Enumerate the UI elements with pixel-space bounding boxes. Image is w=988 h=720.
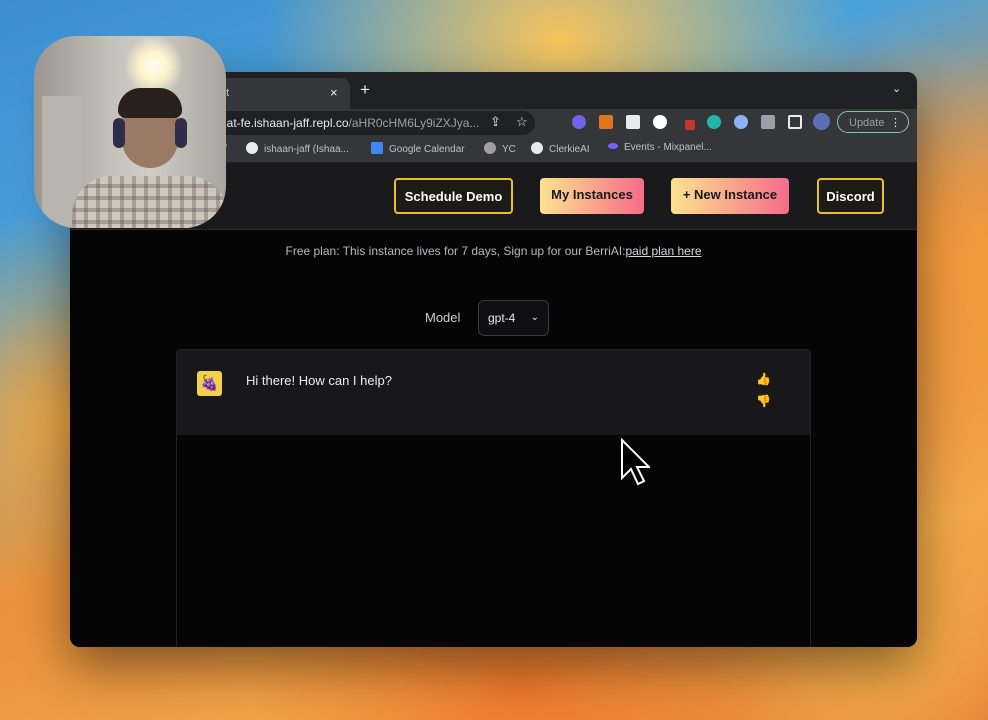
- plan-notice: Free plan: This instance lives for 7 day…: [285, 244, 702, 258]
- headphone-icon: [113, 118, 125, 148]
- more-icon[interactable]: ⋮: [890, 112, 901, 134]
- url-text: hat-fe.ishaan-jaff.repl.co/aHR0cHM6Ly9iZ…: [220, 116, 480, 130]
- metamask-icon[interactable]: [599, 115, 613, 129]
- bookmark-item[interactable]: ClerkieAI: [531, 142, 590, 155]
- blocked-extension-icon[interactable]: [685, 120, 695, 130]
- account-icon[interactable]: [734, 115, 748, 129]
- github-icon: [246, 142, 258, 154]
- webcam-person-hair: [118, 88, 182, 118]
- avatar[interactable]: [813, 113, 830, 130]
- bookmark-item[interactable]: YC: [484, 142, 516, 155]
- thumbs-up-icon[interactable]: 👍: [756, 372, 771, 386]
- paid-plan-link[interactable]: paid plan here: [625, 244, 701, 258]
- message-text: Hi there! How can I help?: [246, 373, 392, 388]
- model-label: Model: [425, 310, 461, 325]
- chevron-down-icon: ⌄: [530, 312, 539, 323]
- chat-message: 🍇 Hi there! How can I help? 👍 👎: [177, 350, 810, 435]
- discord-button[interactable]: Discord: [817, 178, 884, 214]
- close-icon[interactable]: ×: [330, 85, 338, 100]
- triangle-icon: [531, 142, 543, 154]
- new-instance-button[interactable]: + New Instance: [671, 178, 789, 214]
- model-selected-value: gpt-4: [488, 311, 516, 325]
- bookmark-item[interactable]: Events - Mixpanel...: [608, 142, 712, 153]
- share-icon[interactable]: ⇪: [490, 114, 501, 130]
- sidepanel-icon[interactable]: [788, 115, 802, 129]
- mouse-cursor-icon: [621, 438, 650, 486]
- bookmark-item[interactable]: Google Calendar: [371, 142, 465, 155]
- extension-icon[interactable]: [572, 115, 586, 129]
- model-select[interactable]: gpt-4 ⌄: [478, 300, 549, 336]
- address-bar[interactable]: hat-fe.ishaan-jaff.repl.co/aHR0cHM6Ly9iZ…: [200, 111, 535, 135]
- bookmark-item[interactable]: ishaan-jaff (Ishaa...: [246, 142, 349, 155]
- update-button[interactable]: Update ⋮: [837, 111, 909, 133]
- chat-panel: 🍇 Hi there! How can I help? 👍 👎: [176, 349, 811, 647]
- main-content: Free plan: This instance lives for 7 day…: [70, 230, 917, 647]
- calendar-icon: [371, 142, 383, 154]
- headphone-icon: [175, 118, 187, 148]
- chevron-down-icon[interactable]: ⌄: [892, 82, 901, 95]
- globe-icon: [484, 142, 496, 154]
- thumbs-down-icon[interactable]: 👎: [756, 394, 771, 408]
- my-instances-button[interactable]: My Instances: [540, 178, 644, 214]
- star-icon[interactable]: ☆: [516, 114, 528, 130]
- schedule-demo-button[interactable]: Schedule Demo: [394, 178, 513, 214]
- webcam-overlay: [34, 36, 226, 228]
- grammarly-icon[interactable]: [707, 115, 721, 129]
- new-tab-icon[interactable]: +: [360, 80, 370, 100]
- webcam-person-shirt: [72, 176, 226, 228]
- ghost-icon[interactable]: [653, 115, 667, 129]
- mixpanel-icon: [608, 143, 618, 149]
- puzzle-icon[interactable]: [761, 115, 775, 129]
- bot-avatar-icon: 🍇: [197, 371, 222, 396]
- reader-icon[interactable]: [626, 115, 640, 129]
